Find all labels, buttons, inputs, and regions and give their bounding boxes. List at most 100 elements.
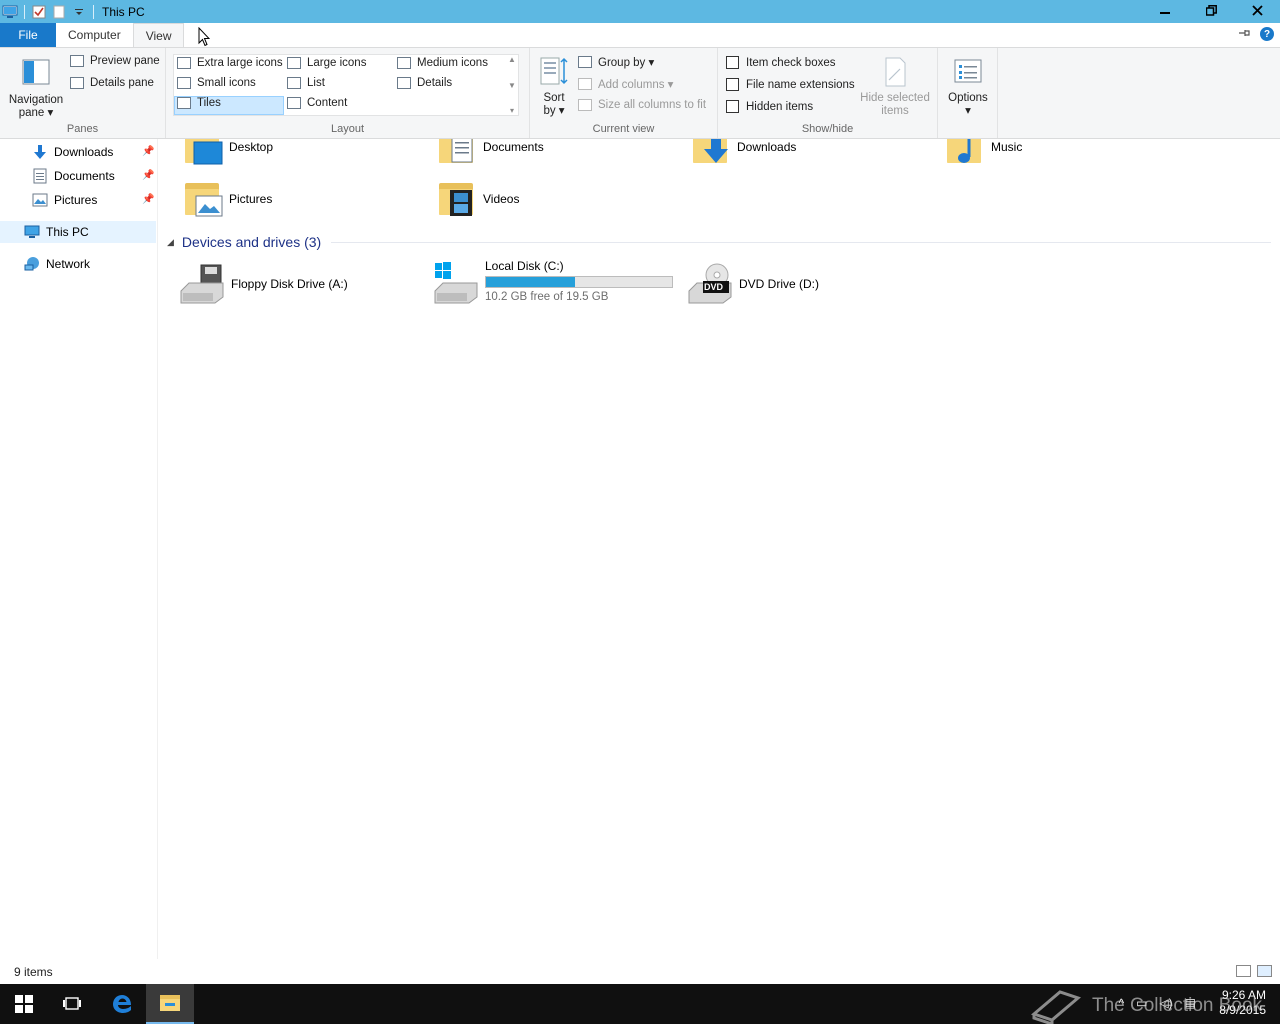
tab-computer[interactable]: Computer [56,23,133,47]
computer-icon[interactable] [2,4,18,20]
sort-by-label: Sort [543,92,565,104]
pin-icon[interactable]: 📌 [142,194,154,205]
task-view-button[interactable] [48,984,96,1024]
small-icons-label: Small icons [197,77,256,89]
new-folder-icon[interactable] [51,4,67,20]
restore-button[interactable] [1188,0,1234,21]
ribbon-tabs: File Computer View ? [0,23,1280,47]
small-icons-option[interactable]: Small icons [177,77,256,89]
navigation-pane-button[interactable]: Navigation pane ▾ [6,58,66,120]
folder-tile-music[interactable]: Music [945,139,1022,167]
local-disk-details: Local Disk (C:) 10.2 GB free of 19.5 GB [485,259,673,303]
drive-tile-floppy[interactable]: Floppy Disk Drive (A:) [179,263,348,305]
list-view-icon [287,77,301,89]
drive-label: DVD Drive (D:) [739,277,819,291]
navigation-pane-label-2: pane ▾ [18,107,54,119]
show-hide-group: Item check boxes File name extensions Hi… [718,48,938,138]
edge-browser-button[interactable] [98,984,146,1024]
navigation-pane-icon [21,58,51,90]
collapse-triangle-icon[interactable]: ◢ [167,237,174,248]
item-check-boxes-label: Item check boxes [746,56,836,69]
group-by-button[interactable]: Group by ▾ [578,55,654,69]
folder-tile-downloads[interactable]: Downloads [691,139,796,167]
folder-tile-desktop[interactable]: Desktop [183,139,273,167]
content-area: Desktop Documents Downloads Music Pictur… [159,139,1280,959]
nav-item-this-pc[interactable]: This PC [24,221,89,243]
hidden-items-toggle[interactable]: Hidden items [726,100,813,113]
tiles-view-icon [177,97,191,109]
folder-label: Downloads [737,140,797,154]
help-icon[interactable]: ? [1260,27,1274,41]
add-columns-button[interactable]: Add columns ▾ [578,77,673,91]
chevron-down-icon[interactable] [71,4,87,20]
chevron-up-icon[interactable]: ▲ [508,55,516,64]
edge-icon [113,995,131,1013]
task-view-icon [63,997,81,1010]
nav-item-network[interactable]: Network [24,253,90,275]
chevron-down-icon[interactable]: ▼ [508,81,516,90]
details-view-toggle-icon[interactable] [1236,965,1251,977]
desktop-folder-icon [183,139,223,167]
extra-large-icons-label: Extra large icons [197,57,283,69]
nav-item-documents[interactable]: Documents [32,165,115,187]
tab-view[interactable]: View [132,23,185,47]
add-columns-label: Add columns ▾ [598,79,674,91]
medium-icons-option[interactable]: Medium icons [397,57,488,69]
large-icons-label: Large icons [307,57,367,69]
devices-section-header[interactable]: ◢ Devices and drives (3) [167,234,321,250]
tab-file[interactable]: File [0,23,56,47]
extra-large-icons-option[interactable]: Extra large icons [177,57,283,69]
nav-item-label: Documents [54,169,115,183]
folder-tile-pictures[interactable]: Pictures [183,179,272,219]
group-by-label: Group by ▾ [598,57,655,69]
folder-label: Documents [483,140,544,154]
file-name-extensions-checkbox[interactable] [726,78,739,91]
item-check-boxes-checkbox[interactable] [726,56,739,69]
hide-selected-items-button[interactable]: Hide selected items [858,56,932,118]
properties-icon[interactable] [31,4,47,20]
document-icon [32,168,48,184]
pin-icon[interactable]: 📌 [142,170,154,181]
list-option[interactable]: List [287,77,325,89]
folder-label: Pictures [229,192,273,206]
details-option[interactable]: Details [397,77,452,89]
drive-tile-local-disk[interactable]: Local Disk (C:) 10.2 GB free of 19.5 GB [433,259,673,305]
sort-by-button[interactable]: Sort by ▾ [536,56,572,118]
layout-gallery-scroll[interactable]: ▲ ▼ ▾ [505,55,519,115]
tiles-option[interactable]: Tiles [177,97,221,109]
details-pane-button[interactable]: Details pane [70,77,154,89]
content-option[interactable]: Content [287,97,347,109]
nav-item-pictures[interactable]: Pictures [32,189,97,211]
file-name-extensions-toggle[interactable]: File name extensions [726,78,855,91]
file-explorer-taskbar-button[interactable] [146,984,194,1024]
options-button[interactable]: Options ▾ [942,56,994,118]
extra-large-icons-icon [177,57,191,69]
gallery-expand-icon[interactable]: ▾ [510,106,514,115]
nav-item-downloads[interactable]: Downloads [32,141,113,163]
nav-item-label: Downloads [54,145,114,159]
close-button[interactable] [1234,0,1280,21]
disk-free-space: 10.2 GB free of 19.5 GB [485,291,609,303]
watermark-text: The Collection Book [1092,995,1263,1016]
hidden-items-checkbox[interactable] [726,100,739,113]
pin-icon[interactable]: 📌 [142,146,154,157]
start-button[interactable] [0,984,48,1024]
dvd-drive-icon: DVD [687,263,733,305]
network-icon [24,256,40,272]
large-icons-view-toggle-icon[interactable] [1257,965,1272,977]
item-check-boxes-toggle[interactable]: Item check boxes [726,56,835,69]
drive-label: Floppy Disk Drive (A:) [231,277,348,291]
list-label: List [307,77,325,89]
preview-pane-button[interactable]: Preview pane [70,55,160,67]
folder-tile-documents[interactable]: Documents [437,139,544,167]
size-all-columns-button[interactable]: Size all columns to fit [578,99,706,111]
drive-tile-dvd[interactable]: DVD DVD Drive (D:) [687,263,819,305]
medium-icons-label: Medium icons [417,57,488,69]
minimize-button[interactable] [1142,0,1188,21]
window-title: This PC [102,4,145,19]
expand-ribbon-icon[interactable] [1238,28,1250,41]
folder-tile-videos[interactable]: Videos [437,179,519,219]
large-icons-option[interactable]: Large icons [287,57,366,69]
window-controls [1142,0,1280,21]
size-columns-icon [578,99,592,111]
